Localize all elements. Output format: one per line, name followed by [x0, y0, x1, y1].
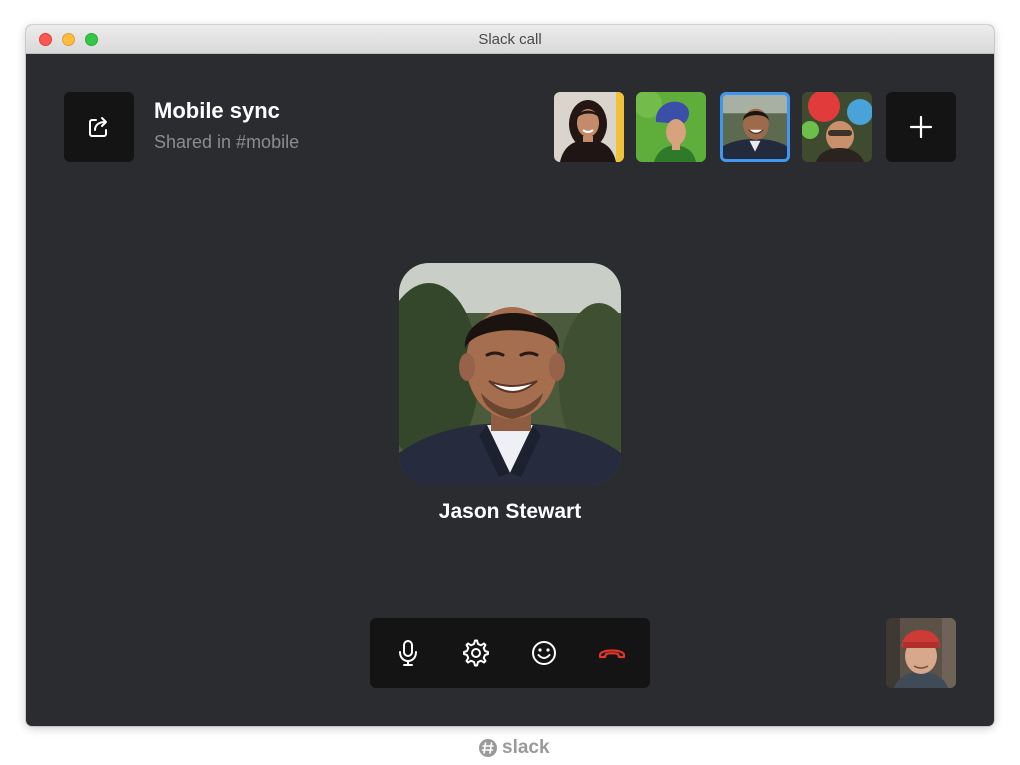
- settings-button[interactable]: [458, 635, 494, 671]
- avatar: [399, 263, 621, 485]
- hang-up-button[interactable]: [594, 635, 630, 671]
- window-title: Slack call: [478, 31, 542, 48]
- mute-button[interactable]: [390, 635, 426, 671]
- avatar: [723, 95, 787, 159]
- share-button[interactable]: [64, 92, 134, 162]
- slack-logo-icon: [478, 738, 498, 758]
- share-icon: [86, 114, 112, 140]
- call-window: Slack call Mobile sync Shared in #mobile: [26, 25, 994, 726]
- active-speaker-name: Jason Stewart: [438, 500, 582, 523]
- call-title: Mobile sync: [154, 98, 280, 123]
- gear-icon: [462, 639, 490, 667]
- brand-wordmark: slack: [502, 737, 550, 758]
- avatar: [636, 92, 706, 162]
- call-channel: Shared in #mobile: [154, 132, 300, 152]
- participant-avatar-2[interactable]: [636, 92, 706, 162]
- microphone-icon: [396, 639, 420, 667]
- avatar: [554, 92, 624, 162]
- call-controls: [370, 618, 650, 688]
- participant-avatar-3[interactable]: [720, 92, 790, 162]
- self-view-video[interactable]: [886, 618, 956, 688]
- avatar: [886, 618, 956, 688]
- emoji-icon: [530, 639, 558, 667]
- participant-avatar-4[interactable]: [802, 92, 872, 162]
- hang-up-icon: [597, 643, 627, 663]
- avatar: [802, 92, 872, 162]
- participant-avatar-1[interactable]: [554, 92, 624, 162]
- title-bar: Slack call: [26, 25, 994, 54]
- active-speaker-avatar: [399, 263, 621, 485]
- slack-brand: slack: [478, 737, 550, 759]
- plus-icon: [908, 114, 934, 140]
- reactions-button[interactable]: [526, 635, 562, 671]
- add-participant-button[interactable]: [886, 92, 956, 162]
